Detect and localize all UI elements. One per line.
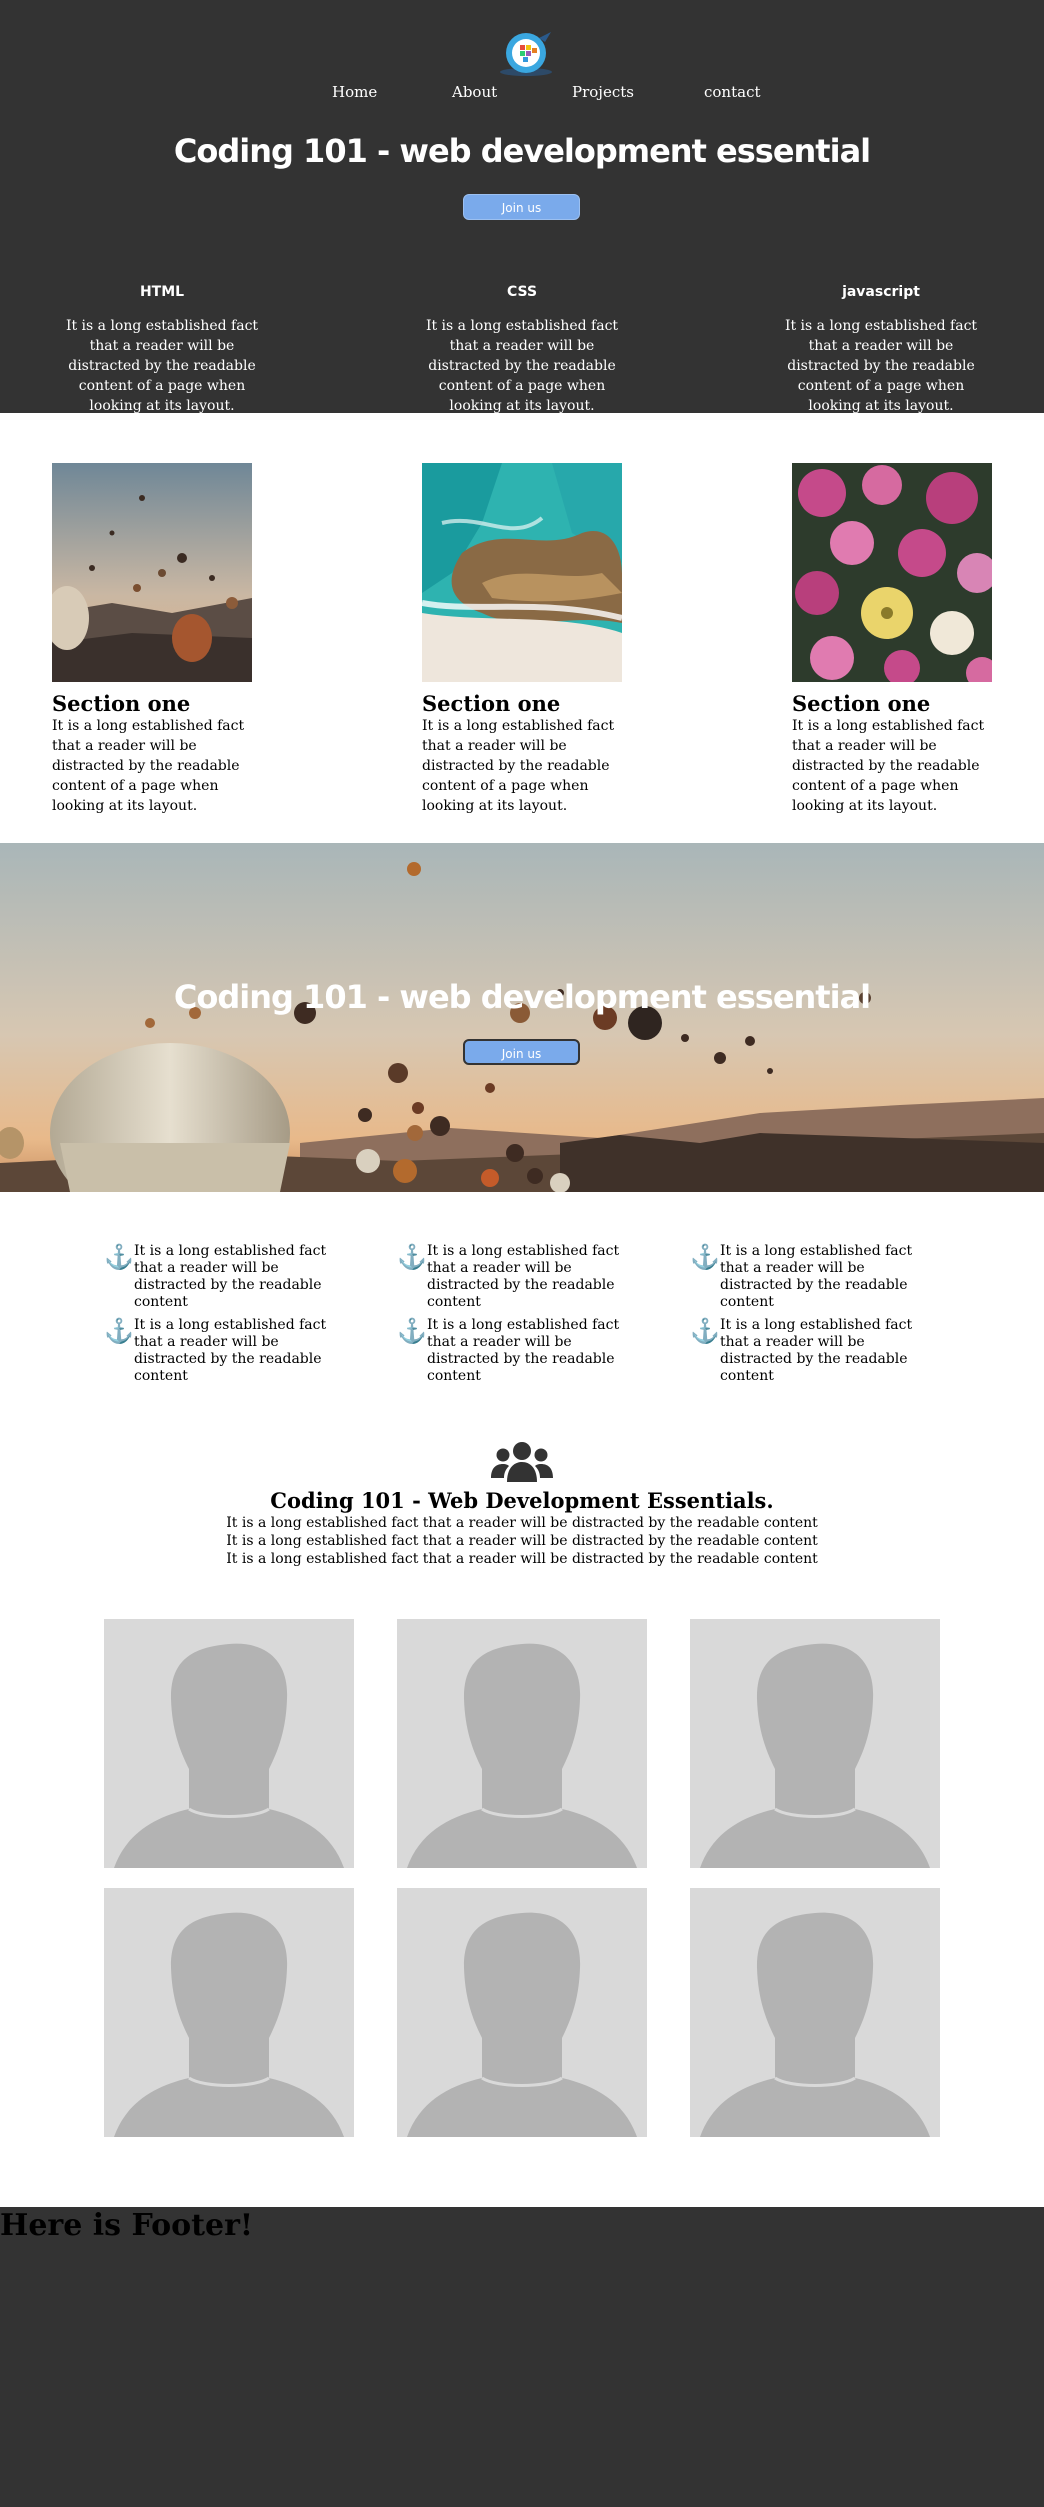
- anchor-icon: ⚓: [104, 1317, 134, 1345]
- person-placeholder-icon: [700, 1912, 930, 2137]
- users-icon: [491, 1442, 553, 1482]
- feature-item: ⚓ It is a long established fact that a r…: [690, 1243, 920, 1311]
- join-us-button[interactable]: Join us: [463, 194, 580, 220]
- feature-item: ⚓ It is a long established fact that a r…: [690, 1317, 920, 1385]
- feature-text: It is a long established fact that a rea…: [720, 1317, 913, 1384]
- hero-title: Coding 101 - web development essential: [173, 132, 871, 170]
- header-hero: Home About Projects contact Coding 101 -…: [0, 0, 1044, 416]
- team-avatars: [0, 1619, 1044, 2139]
- anchor-icon: ⚓: [690, 1243, 720, 1271]
- anchor-icon: ⚓: [397, 1243, 427, 1271]
- feature-text: It is a long established fact that a rea…: [134, 1243, 327, 1310]
- anchor-icon: ⚓: [690, 1317, 720, 1345]
- section-text: It is a long established fact that a rea…: [792, 718, 985, 814]
- person-placeholder-icon: [114, 1643, 344, 1868]
- person-placeholder-icon: [407, 1643, 637, 1868]
- team-description: It is a long established fact that a rea…: [0, 1514, 1044, 1568]
- topic-text: It is a long established fact that a rea…: [65, 318, 259, 414]
- main-nav: Home About Projects contact: [0, 83, 1044, 107]
- ocean-shore-aerial-photo: [421, 463, 623, 682]
- avatar: [690, 1888, 940, 2137]
- section-text: It is a long established fact that a rea…: [52, 718, 245, 814]
- section-card: Section one It is a long established fac…: [421, 463, 623, 816]
- feature-item: ⚓ It is a long established fact that a r…: [104, 1317, 334, 1385]
- hot-air-balloons-landscape-photo: [0, 843, 1044, 1192]
- topic-heading: HTML: [139, 284, 185, 300]
- avatar: [104, 1888, 354, 2137]
- topic-text: It is a long established fact that a rea…: [784, 318, 978, 414]
- avatar: [690, 1619, 940, 1868]
- section-title: Section one: [422, 691, 561, 716]
- nav-about-link[interactable]: About: [452, 83, 497, 101]
- feature-item: ⚓ It is a long established fact that a r…: [397, 1243, 627, 1311]
- person-placeholder-icon: [114, 1912, 344, 2137]
- banner-title: Coding 101 - web development essential: [173, 978, 871, 1016]
- topic-html: HTML It is a long established fact that …: [57, 282, 267, 416]
- team-description-line: It is a long established fact that a rea…: [226, 1515, 818, 1531]
- person-placeholder-icon: [700, 1643, 930, 1868]
- team-description-line: It is a long established fact that a rea…: [226, 1551, 818, 1567]
- team-title: Coding 101 - Web Development Essentials.: [270, 1488, 774, 1513]
- nav-home-link[interactable]: Home: [332, 83, 377, 101]
- topic-text: It is a long established fact that a rea…: [425, 318, 619, 414]
- topic-css: CSS It is a long established fact that a…: [417, 282, 627, 416]
- anchor-icon: ⚓: [397, 1317, 427, 1345]
- avatar: [397, 1888, 647, 2137]
- feature-text: It is a long established fact that a rea…: [134, 1317, 327, 1384]
- section-title: Section one: [52, 691, 191, 716]
- feature-text: It is a long established fact that a rea…: [427, 1243, 620, 1310]
- team-description-line: It is a long established fact that a rea…: [226, 1533, 818, 1549]
- person-placeholder-icon: [407, 1912, 637, 2137]
- section-card: Section one It is a long established fac…: [792, 463, 998, 816]
- footer-text: Here is Footer!: [0, 2208, 254, 2243]
- nav-contact-link[interactable]: contact: [704, 83, 761, 101]
- logo-icon[interactable]: [495, 28, 557, 80]
- feature-text: It is a long established fact that a rea…: [720, 1243, 913, 1310]
- anchor-icon: ⚓: [104, 1243, 134, 1271]
- section-title: Section one: [792, 691, 931, 716]
- nav-projects-link[interactable]: Projects: [572, 83, 634, 101]
- topic-heading: javascript: [842, 284, 920, 300]
- footer: Here is Footer!: [0, 2207, 1044, 2507]
- section-card: Section one It is a long established fac…: [45, 463, 252, 816]
- topic-javascript: javascript It is a long established fact…: [776, 282, 986, 416]
- feature-item: ⚓ It is a long established fact that a r…: [397, 1317, 627, 1385]
- hot-air-balloons-photo: [45, 463, 252, 682]
- feature-text: It is a long established fact that a rea…: [427, 1317, 620, 1384]
- features-grid: ⚓ It is a long established fact that a r…: [0, 1238, 1044, 1388]
- banner-join-us-button[interactable]: Join us: [463, 1039, 580, 1065]
- hero-banner: Coding 101 - web development essential J…: [0, 843, 1044, 1192]
- section-text: It is a long established fact that a rea…: [422, 718, 615, 814]
- avatar: [397, 1619, 647, 1868]
- section-cards: Section one It is a long established fac…: [0, 463, 1044, 814]
- pink-flowers-photo: [792, 463, 998, 689]
- feature-item: ⚓ It is a long established fact that a r…: [104, 1243, 334, 1311]
- avatar: [104, 1619, 354, 1868]
- topic-heading: CSS: [506, 284, 538, 300]
